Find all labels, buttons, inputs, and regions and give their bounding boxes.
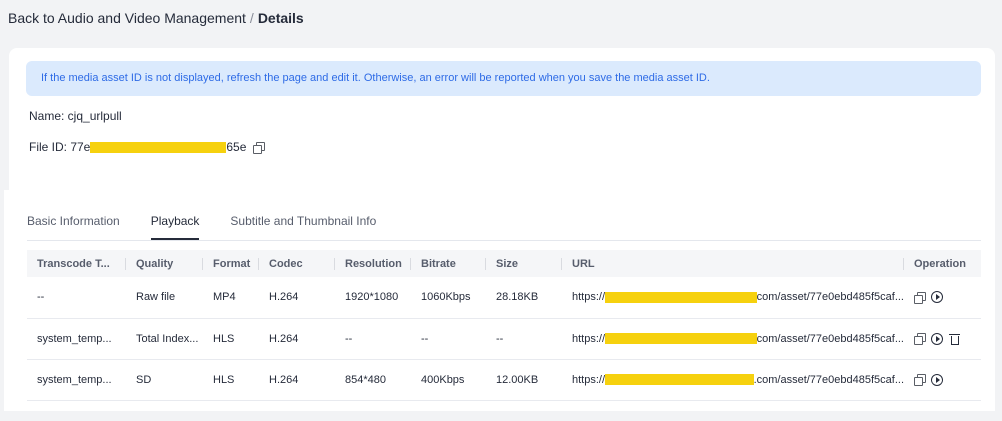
cell-url: https:// com/asset/77e0ebd485f5caf...	[562, 318, 904, 360]
cell-size: --	[486, 318, 562, 360]
cell-operation	[904, 318, 981, 360]
breadcrumb: Back to Audio and Video Management / Detai…	[8, 10, 304, 26]
tab-basic-information[interactable]: Basic Information	[27, 214, 120, 240]
tab-divider	[27, 240, 981, 241]
header-format: Format	[203, 250, 259, 277]
cell-resolution: 854*480	[335, 359, 411, 401]
cell-quality: Total Index...	[126, 318, 203, 360]
delete-icon[interactable]	[949, 333, 961, 345]
cell-quality: Raw file	[126, 277, 203, 319]
page-title: Details	[257, 10, 304, 26]
header-resolution: Resolution	[335, 250, 411, 277]
url-prefix: https://	[572, 332, 606, 345]
copy-icon[interactable]	[914, 374, 926, 386]
header-url: URL	[562, 250, 904, 277]
cell-size: 28.18KB	[486, 277, 562, 319]
copy-icon[interactable]	[914, 291, 926, 304]
cell-resolution: 1920*1080	[335, 277, 411, 319]
header-size: Size	[486, 250, 562, 277]
cell-bitrate: 1060Kbps	[411, 277, 486, 319]
cell-format: HLS	[203, 318, 259, 360]
header-operation: Operation	[904, 250, 981, 277]
cell-resolution: --	[335, 318, 411, 360]
file-id-row: File ID: 77e 65e	[29, 140, 266, 154]
info-notice: If the media asset ID is not displayed, …	[26, 61, 981, 96]
cell-size: 12.00KB	[486, 359, 562, 401]
cell-bitrate: 400Kbps	[411, 359, 486, 401]
header-bitrate: Bitrate	[411, 250, 486, 277]
cell-format: HLS	[203, 359, 259, 401]
header-quality: Quality	[126, 250, 203, 277]
cell-codec: H.264	[259, 318, 335, 360]
header-codec: Codec	[259, 250, 335, 277]
cell-transcode: system_temp...	[27, 359, 126, 401]
url-suffix: .com/asset/77e0ebd485f5caf...	[753, 373, 904, 386]
table-row: system_temp... Total Index... HLS H.264 …	[27, 318, 981, 360]
file-id-prefix: File ID: 77e	[29, 140, 91, 154]
url-suffix: com/asset/77e0ebd485f5caf...	[756, 291, 904, 304]
cell-codec: H.264	[259, 277, 335, 319]
breadcrumb-separator: /	[249, 10, 254, 26]
cell-url: https:// .com/asset/77e0ebd485f5caf...	[562, 359, 904, 401]
cell-transcode: system_temp...	[27, 318, 126, 360]
table-row: system_temp... SD HLS H.264 854*480 400K…	[27, 359, 981, 401]
tab-bar: Basic Information Playback Subtitle and …	[27, 214, 407, 240]
redaction-bar	[605, 291, 757, 303]
playback-table: Transcode T... Quality Format Codec Reso…	[27, 250, 981, 401]
copy-icon[interactable]	[914, 333, 926, 345]
play-icon[interactable]	[931, 332, 943, 345]
back-link[interactable]: Back to Audio and Video Management	[8, 10, 246, 26]
cell-operation	[904, 277, 981, 319]
cell-format: MP4	[203, 277, 259, 319]
asset-name: Name: cjq_urlpull	[29, 109, 122, 123]
cell-operation	[904, 359, 981, 401]
redaction-bar	[605, 374, 754, 385]
table-header-row: Transcode T... Quality Format Codec Reso…	[27, 250, 981, 277]
cell-bitrate: --	[411, 318, 486, 360]
cell-url: https:// com/asset/77e0ebd485f5caf...	[562, 277, 904, 319]
cell-quality: SD	[126, 359, 203, 401]
cell-codec: H.264	[259, 359, 335, 401]
url-prefix: https://	[572, 373, 606, 386]
url-prefix: https://	[572, 291, 606, 304]
header-transcode[interactable]: Transcode T...	[27, 250, 126, 277]
table-row: -- Raw file MP4 H.264 1920*1080 1060Kbps…	[27, 277, 981, 319]
tab-subtitle-thumbnail[interactable]: Subtitle and Thumbnail Info	[230, 214, 376, 240]
play-icon[interactable]	[931, 373, 943, 386]
tab-playback[interactable]: Playback	[150, 214, 199, 240]
copy-icon[interactable]	[253, 141, 266, 154]
play-icon[interactable]	[931, 291, 943, 304]
redaction-bar	[605, 333, 757, 344]
cell-transcode: --	[27, 277, 126, 319]
redaction-bar	[90, 141, 227, 153]
file-id-suffix: 65e	[226, 140, 247, 154]
url-suffix: com/asset/77e0ebd485f5caf...	[756, 332, 904, 345]
